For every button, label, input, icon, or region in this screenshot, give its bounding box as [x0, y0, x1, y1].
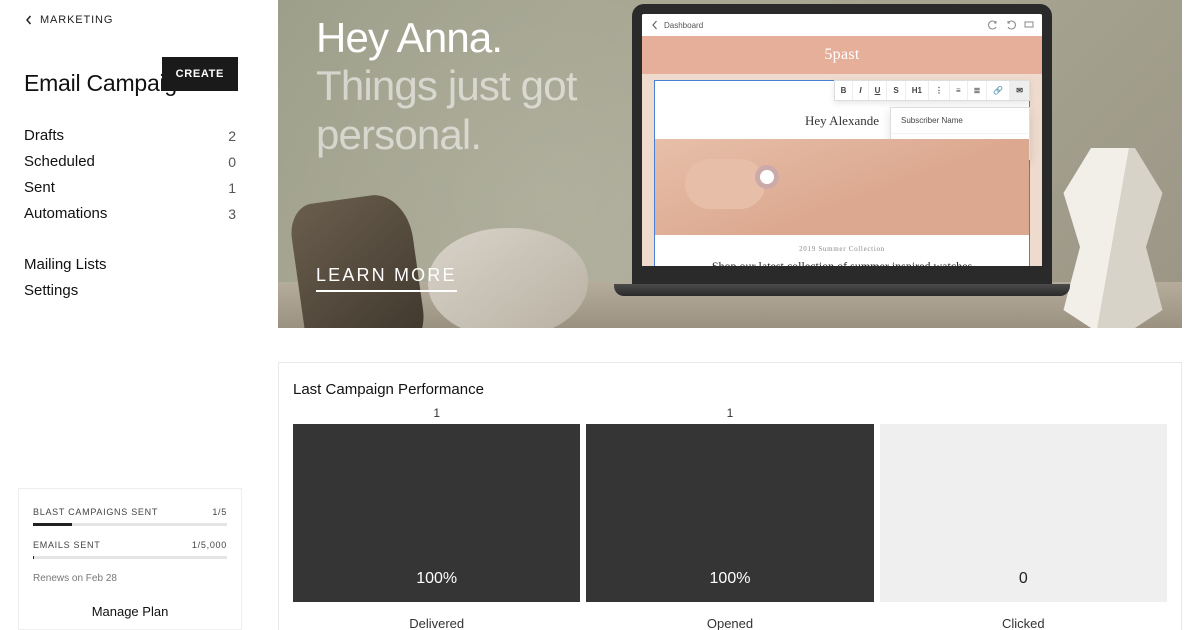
- underline-button[interactable]: U: [869, 81, 888, 100]
- perf-bar: 0: [880, 424, 1167, 602]
- nav-mailing-lists[interactable]: Mailing Lists: [24, 256, 236, 273]
- nav-label: Drafts: [24, 127, 64, 144]
- email-caption: 2019 Summer Collection Shop our latest c…: [655, 235, 1029, 281]
- performance-title: Last Campaign Performance: [293, 381, 1167, 398]
- perf-label: Opened: [707, 616, 753, 630]
- redo-icon: [1006, 20, 1016, 30]
- blast-label: BLAST CAMPAIGNS SENT: [33, 507, 158, 517]
- perf-opened: 1 100% Opened: [586, 406, 873, 630]
- nav-count: 0: [228, 154, 236, 170]
- perf-delivered: 1 100% Delivered: [293, 406, 580, 630]
- learn-more-link[interactable]: LEARN MORE: [316, 265, 457, 292]
- emails-meter: EMAILS SENT 1/5,000: [33, 540, 227, 559]
- nav-label: Sent: [24, 179, 55, 196]
- secondary-nav: Mailing Lists Settings: [24, 256, 236, 299]
- hero-vase: [1058, 148, 1168, 328]
- perf-bar: 100%: [586, 424, 873, 602]
- nav-drafts[interactable]: Drafts 2: [24, 127, 236, 144]
- perf-clicked: 0 Clicked: [880, 406, 1167, 630]
- perf-label: Delivered: [409, 616, 464, 630]
- blast-fill: [33, 523, 72, 526]
- nav-count: 1: [228, 180, 236, 196]
- text-toolbar: B I U S H1 ⋮ ≡ ≣ 🔗 ✉: [834, 80, 1030, 101]
- chevron-left-icon: [650, 20, 660, 30]
- perf-pct: 100%: [710, 570, 751, 602]
- emails-label: EMAILS SENT: [33, 540, 100, 550]
- nav-settings[interactable]: Settings: [24, 282, 236, 299]
- collection-tag: 2019 Summer Collection: [675, 245, 1009, 253]
- nav-label: Settings: [24, 282, 78, 299]
- back-to-marketing[interactable]: MARKETING: [24, 14, 236, 26]
- heading-button[interactable]: H1: [906, 81, 929, 100]
- editor-top-bar: Dashboard: [642, 14, 1042, 36]
- back-label: MARKETING: [40, 14, 113, 26]
- hero-headline: Hey Anna. Things just got personal.: [316, 14, 577, 159]
- blast-meter: BLAST CAMPAIGNS SENT 1/5: [33, 507, 227, 526]
- renew-note: Renews on Feb 28: [33, 573, 227, 584]
- hero-line3: personal.: [316, 111, 481, 158]
- dropdown-option[interactable]: Subscriber Name: [891, 108, 1029, 134]
- nav-scheduled[interactable]: Scheduled 0: [24, 153, 236, 170]
- hero-rock: [287, 190, 428, 328]
- hero-line2: Things just got: [316, 62, 577, 109]
- emails-fill: [33, 556, 34, 559]
- nav-label: Scheduled: [24, 153, 95, 170]
- undo-icon: [988, 20, 998, 30]
- chevron-left-icon: [24, 15, 34, 25]
- italic-button[interactable]: I: [853, 81, 868, 100]
- bold-button[interactable]: B: [835, 81, 854, 100]
- nav-sent[interactable]: Sent 1: [24, 179, 236, 196]
- perf-pct: 0: [1019, 570, 1028, 602]
- link-button[interactable]: 🔗: [987, 81, 1010, 100]
- align-button[interactable]: ≡: [950, 81, 968, 100]
- nav-count: 2: [228, 128, 236, 144]
- nav-label: Automations: [24, 205, 107, 222]
- strike-button[interactable]: S: [887, 81, 905, 100]
- laptop-mockup: Dashboard 5past B I U: [632, 4, 1052, 304]
- performance-panel: Last Campaign Performance 1 100% Deliver…: [278, 362, 1182, 630]
- editor-back-label: Dashboard: [664, 21, 703, 30]
- nav-automations[interactable]: Automations 3: [24, 205, 236, 222]
- emails-value: 1/5,000: [192, 540, 227, 550]
- manage-plan-link[interactable]: Manage Plan: [33, 584, 227, 629]
- nav-count: 3: [228, 206, 236, 222]
- primary-nav: Drafts 2 Scheduled 0 Sent 1 Automations …: [24, 127, 236, 222]
- create-button[interactable]: CREATE: [162, 57, 238, 91]
- email-editor-body: B I U S H1 ⋮ ≡ ≣ 🔗 ✉ Subscriber N: [654, 80, 1030, 282]
- email-hero-image: [655, 139, 1029, 235]
- perf-label: Clicked: [1002, 616, 1045, 630]
- perf-count: 1: [433, 406, 440, 424]
- perf-count: 1: [727, 406, 734, 424]
- nav-label: Mailing Lists: [24, 256, 107, 273]
- blast-value: 1/5: [212, 507, 227, 517]
- personalize-button[interactable]: ✉: [1010, 81, 1029, 100]
- plan-usage-box: BLAST CAMPAIGNS SENT 1/5 EMAILS SENT 1/5…: [18, 488, 242, 630]
- hero-banner: Hey Anna. Things just got personal. LEAR…: [278, 0, 1182, 328]
- collection-copy: Shop our latest collection of summer ins…: [712, 259, 972, 273]
- hero-line1: Hey Anna.: [316, 14, 502, 61]
- perf-bar: 100%: [293, 424, 580, 602]
- list-button[interactable]: ≣: [968, 81, 988, 100]
- email-brand: 5past: [642, 36, 1042, 74]
- perf-pct: 100%: [416, 570, 457, 602]
- desktop-icon: [1024, 20, 1034, 30]
- more-button[interactable]: ⋮: [929, 81, 950, 100]
